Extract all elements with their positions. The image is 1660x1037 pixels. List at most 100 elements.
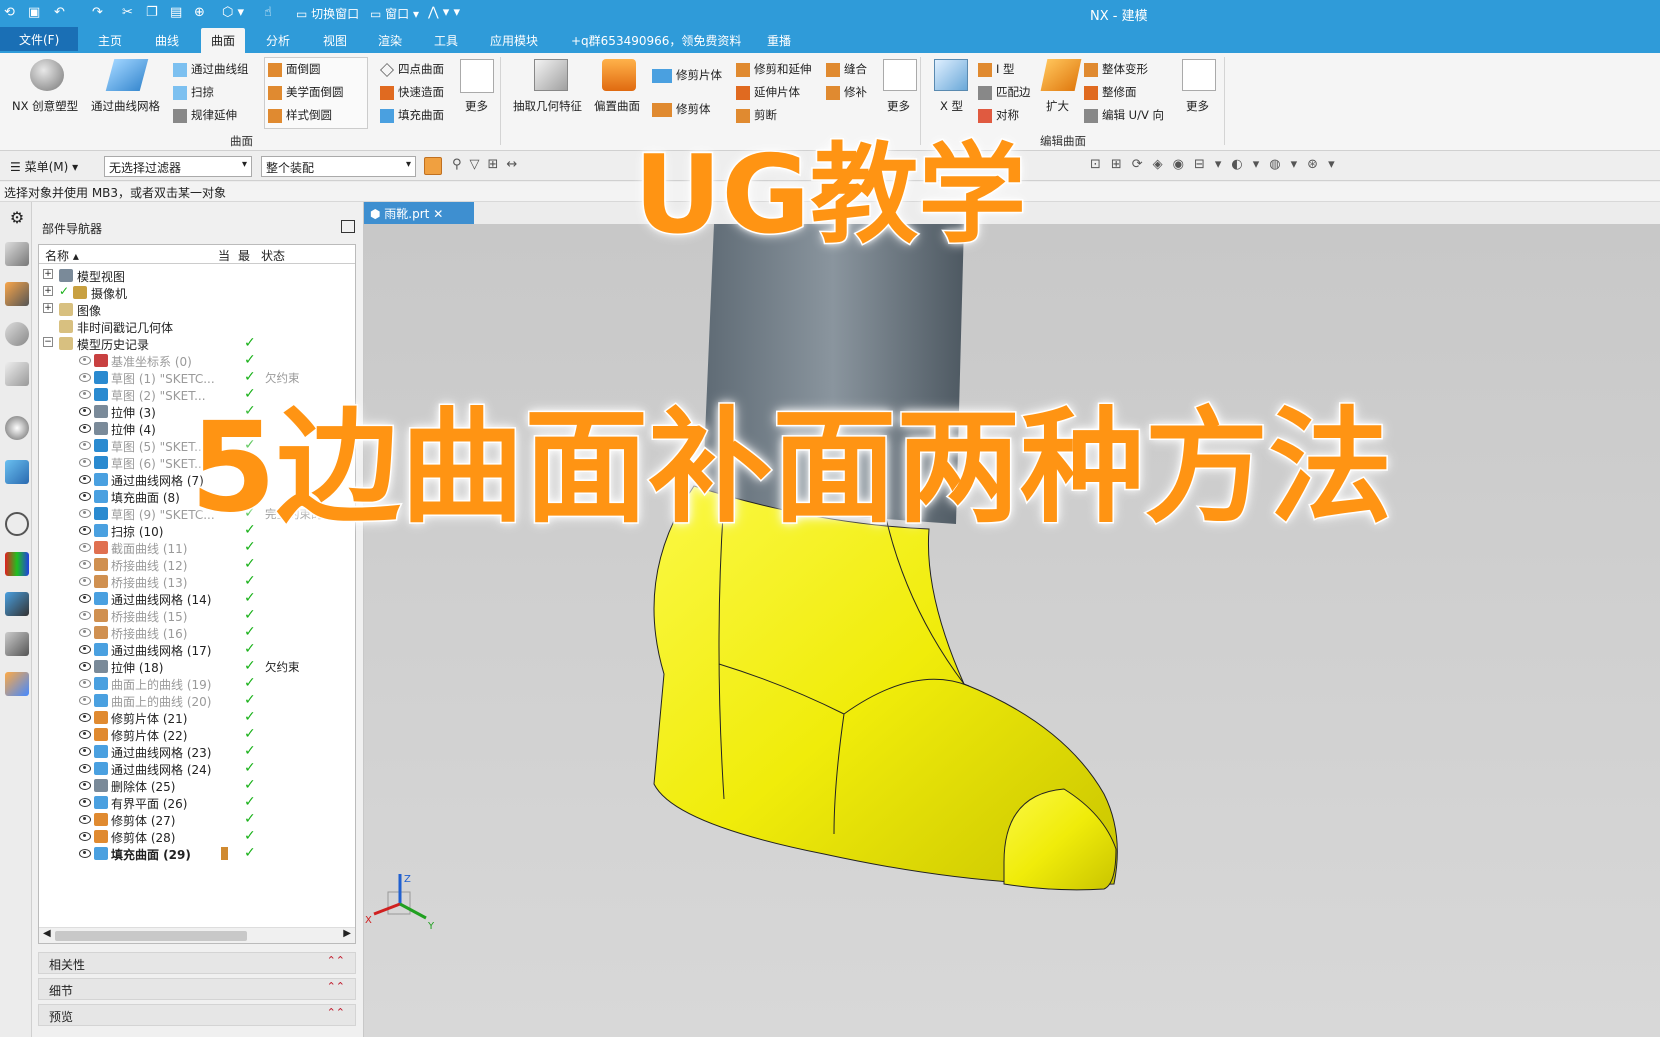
expand-icon[interactable]: + xyxy=(43,269,53,279)
window-menu-button[interactable]: ▭ 窗口 ▾ xyxy=(370,5,419,22)
cut-icon[interactable]: ✂ xyxy=(122,5,133,20)
eye-icon[interactable] xyxy=(79,815,91,824)
clock-icon[interactable] xyxy=(5,512,29,536)
panel-details[interactable]: 细节 ⌃⌃ xyxy=(38,978,356,1000)
eye-icon[interactable] xyxy=(79,577,91,586)
history-feature-row[interactable]: 通过曲线网格 (23) ✓ xyxy=(39,743,355,761)
sweep-button[interactable]: 扫掠 xyxy=(173,84,214,100)
eye-icon[interactable] xyxy=(79,475,91,484)
eye-icon[interactable] xyxy=(79,390,91,399)
eye-icon[interactable] xyxy=(79,696,91,705)
match-edge-button[interactable]: 匹配边 xyxy=(978,84,1031,100)
tab-render[interactable]: 渲染 xyxy=(378,32,402,49)
chevron-right-icon[interactable]: ▶ xyxy=(343,928,351,939)
system-materials-icon[interactable] xyxy=(5,552,29,576)
hd3d-icon[interactable] xyxy=(5,362,29,386)
chevron-down-icon[interactable]: ⋀ ▾ ▾ xyxy=(428,5,460,20)
eye-icon[interactable] xyxy=(79,645,91,654)
copy-icon[interactable]: ❐ xyxy=(146,5,158,20)
history-feature-row[interactable]: 删除体 (25) ✓ xyxy=(39,777,355,795)
eye-icon[interactable] xyxy=(79,730,91,739)
history-feature-row[interactable]: 曲面上的曲线 (20) ✓ xyxy=(39,692,355,710)
eye-icon[interactable] xyxy=(79,560,91,569)
eye-icon[interactable] xyxy=(79,526,91,535)
i-form-button[interactable]: I 型 xyxy=(978,61,1015,77)
eye-icon[interactable] xyxy=(79,373,91,382)
tree-node[interactable]: + ✓ 摄像机 xyxy=(39,284,355,302)
eye-icon[interactable] xyxy=(79,407,91,416)
eye-icon[interactable] xyxy=(79,492,91,501)
history-feature-row[interactable]: 桥接曲线 (13) ✓ xyxy=(39,573,355,591)
save-icon[interactable]: ▣ xyxy=(28,5,40,20)
expand-icon[interactable]: + xyxy=(43,286,53,296)
quick-surface-button[interactable]: 快速造面 xyxy=(380,84,444,100)
history-feature-row[interactable]: 桥接曲线 (16) ✓ xyxy=(39,624,355,642)
eye-icon[interactable] xyxy=(79,594,91,603)
undo-icon[interactable]: ↶ xyxy=(54,5,65,20)
tab-analysis[interactable]: 分析 xyxy=(266,32,290,49)
eye-icon[interactable] xyxy=(79,849,91,858)
tab-view[interactable]: 视图 xyxy=(323,32,347,49)
tab-tools[interactable]: 工具 xyxy=(434,32,458,49)
tab-promo[interactable]: +q群653490966，领免费资料 xyxy=(571,32,741,49)
extend-sheet-button[interactable]: 延伸片体 xyxy=(736,84,800,100)
tab-surface[interactable]: 曲面 xyxy=(201,28,246,53)
history-feature-row[interactable]: 有界平面 (26) ✓ xyxy=(39,794,355,812)
eye-icon[interactable] xyxy=(79,628,91,637)
eye-icon[interactable] xyxy=(79,543,91,552)
eye-icon[interactable] xyxy=(79,424,91,433)
horizontal-scrollbar[interactable]: ◀ ▶ xyxy=(39,927,355,943)
tree-node[interactable]: 非时间戳记几何体 xyxy=(39,318,355,336)
history-feature-row[interactable]: 修剪体 (28) ✓ xyxy=(39,828,355,846)
expand-icon[interactable]: − xyxy=(43,337,53,347)
history-feature-row[interactable]: 桥接曲线 (15) ✓ xyxy=(39,607,355,625)
expand-icon[interactable]: + xyxy=(43,303,53,313)
sew-button[interactable]: 缝合 xyxy=(826,61,867,77)
tab-replay[interactable]: 重播 xyxy=(767,32,791,49)
patch-button[interactable]: 修补 xyxy=(826,84,867,100)
eye-icon[interactable] xyxy=(79,832,91,841)
roles-icon[interactable] xyxy=(5,672,29,696)
tab-home[interactable]: 主页 xyxy=(98,32,122,49)
file-menu[interactable]: 文件(F) xyxy=(0,27,78,51)
tree-node[interactable]: + 模型视图 xyxy=(39,267,355,285)
eye-icon[interactable] xyxy=(79,679,91,688)
eye-icon[interactable] xyxy=(79,798,91,807)
trim-extend-button[interactable]: 修剪和延伸 xyxy=(736,61,812,77)
eye-icon[interactable] xyxy=(79,747,91,756)
panel-dependencies[interactable]: 相关性 ⌃⌃ xyxy=(38,952,356,974)
switch-window-button[interactable]: ▭ 切换窗口 xyxy=(296,5,359,22)
eye-icon[interactable] xyxy=(79,356,91,365)
eye-icon[interactable] xyxy=(79,458,91,467)
scrollbar-thumb[interactable] xyxy=(55,931,247,941)
web-browser-icon[interactable] xyxy=(5,416,29,440)
redo-icon[interactable]: ↷ xyxy=(92,5,103,20)
tree-node[interactable]: − 模型历史记录 ✓ xyxy=(39,335,355,353)
repeat-icon[interactable]: ⊕ xyxy=(194,5,205,20)
history-feature-row[interactable]: 拉伸 (18) ✓ 欠约束 xyxy=(39,658,355,676)
eye-icon[interactable] xyxy=(79,509,91,518)
eye-icon[interactable] xyxy=(79,441,91,450)
chevron-left-icon[interactable]: ◀ xyxy=(43,928,51,939)
part-navigator-icon[interactable] xyxy=(5,282,29,306)
global-shape-button[interactable]: 整体变形 xyxy=(1084,61,1148,77)
history-feature-row[interactable]: 修剪体 (27) ✓ xyxy=(39,811,355,829)
trim-sheet-button[interactable]: 修剪片体 xyxy=(652,67,722,83)
paste-icon[interactable]: ▤ xyxy=(170,5,182,20)
eye-icon[interactable] xyxy=(79,713,91,722)
history-palette-icon[interactable] xyxy=(5,460,29,484)
trim-face-button[interactable]: 整修面 xyxy=(1084,84,1137,100)
eye-icon[interactable] xyxy=(79,662,91,671)
touch-icon[interactable]: ☝ xyxy=(264,5,272,20)
history-feature-row[interactable]: 通过曲线网格 (17) ✓ xyxy=(39,641,355,659)
history-feature-row[interactable]: 通过曲线网格 (14) ✓ xyxy=(39,590,355,608)
face-blend-button[interactable]: 面倒圆 xyxy=(268,61,321,77)
history-feature-row[interactable]: 填充曲面 (29) ✓ xyxy=(39,845,355,863)
tree-node[interactable]: + 图像 xyxy=(39,301,355,319)
four-point-surface-button[interactable]: 四点曲面 xyxy=(380,61,444,77)
eye-icon[interactable] xyxy=(79,781,91,790)
tab-curve[interactable]: 曲线 xyxy=(155,32,179,49)
panel-preview[interactable]: 预览 ⌃⌃ xyxy=(38,1004,356,1026)
tab-applications[interactable]: 应用模块 xyxy=(490,32,538,49)
eye-icon[interactable] xyxy=(79,764,91,773)
